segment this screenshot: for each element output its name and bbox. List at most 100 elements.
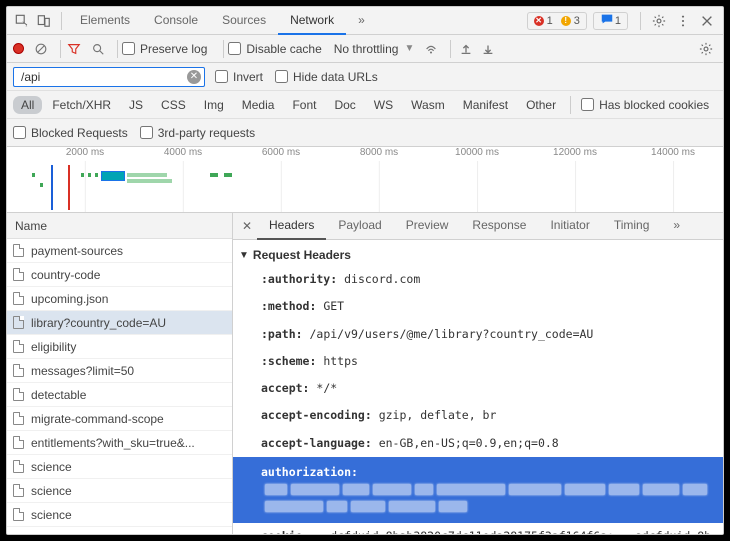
type-filter-doc[interactable]: Doc (326, 96, 363, 114)
export-har-icon[interactable] (481, 42, 495, 56)
request-name: upcoming.json (31, 292, 108, 306)
kebab-menu-icon[interactable] (675, 13, 691, 29)
header-name: :method: (261, 299, 323, 313)
main-tab-console[interactable]: Console (142, 7, 210, 35)
settings-icon[interactable] (651, 13, 667, 29)
timeline-tick: 8000 ms (360, 147, 398, 158)
main-tab-elements[interactable]: Elements (68, 7, 142, 35)
type-filter-js[interactable]: JS (121, 96, 151, 114)
header-value: */* (316, 381, 337, 395)
timeline-overview[interactable]: 2000 ms4000 ms6000 ms8000 ms10000 ms1200… (7, 147, 723, 213)
close-details-icon[interactable]: ✕ (237, 219, 257, 233)
request-row[interactable]: upcoming.json (7, 287, 232, 311)
document-icon (13, 364, 24, 377)
requests-table: Name payment-sources country-code upcoming… (7, 213, 233, 534)
url-filter-input[interactable]: ✕ (13, 67, 205, 87)
issue-badges[interactable]: ✕1 !3 (527, 12, 587, 30)
clear-filter-icon[interactable]: ✕ (187, 70, 201, 84)
clear-icon[interactable] (32, 40, 50, 58)
timeline-tick: 2000 ms (66, 147, 104, 158)
type-filter-fetch-xhr[interactable]: Fetch/XHR (44, 96, 119, 114)
type-filter-media[interactable]: Media (234, 96, 283, 114)
record-button[interactable] (13, 43, 24, 54)
overflow-detail-tabs[interactable]: » (661, 213, 692, 240)
warning-badge[interactable]: !3 (557, 15, 584, 27)
header-name: authorization: (261, 465, 358, 479)
request-row[interactable]: science (7, 479, 232, 503)
request-name: messages?limit=50 (31, 364, 134, 378)
hide-data-urls-checkbox[interactable]: Hide data URLs (275, 70, 378, 84)
request-name: detectable (31, 388, 86, 402)
filter-icon[interactable] (65, 40, 83, 58)
type-filter-all[interactable]: All (13, 96, 42, 114)
header-row[interactable]: :authority: discord.com (233, 266, 723, 293)
type-filter-font[interactable]: Font (284, 96, 324, 114)
overflow-tabs[interactable]: » (346, 7, 377, 35)
header-row[interactable]: cookie: __dcfduid=8bab3820c7dc11eda28175… (233, 523, 723, 535)
header-row[interactable]: accept-language: en-GB,en-US;q=0.9,en;q=… (233, 430, 723, 457)
detail-tab-initiator[interactable]: Initiator (538, 213, 601, 240)
type-filter-img[interactable]: Img (196, 96, 232, 114)
request-row[interactable]: detectable (7, 383, 232, 407)
import-har-icon[interactable] (459, 42, 473, 56)
timeline-tick: 6000 ms (262, 147, 300, 158)
request-name: science (31, 508, 72, 522)
inspect-icon[interactable] (11, 10, 33, 32)
header-row[interactable]: :path: /api/v9/users/@me/library?country… (233, 321, 723, 348)
divider (61, 12, 62, 30)
type-filter-css[interactable]: CSS (153, 96, 194, 114)
request-row[interactable]: country-code (7, 263, 232, 287)
request-name: country-code (31, 268, 100, 282)
third-party-checkbox[interactable]: 3rd-party requests (140, 126, 255, 140)
name-column-header[interactable]: Name (7, 213, 232, 239)
close-icon[interactable] (699, 13, 715, 29)
header-row[interactable]: :method: GET (233, 293, 723, 320)
request-row[interactable]: library?country_code=AU (7, 311, 232, 335)
request-row[interactable]: science (7, 455, 232, 479)
network-conditions-icon[interactable] (422, 40, 440, 58)
header-row[interactable]: accept: */* (233, 375, 723, 402)
throttling-select[interactable]: No throttling▼ (334, 42, 415, 56)
divider (640, 12, 641, 30)
message-badge[interactable]: 1 (593, 12, 628, 30)
request-row[interactable]: payment-sources (7, 239, 232, 263)
error-count: 1 (547, 15, 553, 27)
header-row[interactable]: :scheme: https (233, 348, 723, 375)
detail-tab-timing[interactable]: Timing (602, 213, 662, 240)
request-name: payment-sources (31, 244, 123, 258)
type-filter-manifest[interactable]: Manifest (455, 96, 516, 114)
invert-filter-checkbox[interactable]: Invert (215, 70, 263, 84)
message-icon (600, 12, 612, 29)
request-headers-section[interactable]: ▼ Request Headers (233, 244, 723, 266)
detail-tab-payload[interactable]: Payload (326, 213, 393, 240)
load-line (68, 165, 70, 210)
request-name: science (31, 484, 72, 498)
type-filter-other[interactable]: Other (518, 96, 564, 114)
main-tab-network[interactable]: Network (278, 7, 346, 35)
network-settings-icon[interactable] (697, 40, 715, 58)
request-row[interactable]: eligibility (7, 335, 232, 359)
blocked-requests-checkbox[interactable]: Blocked Requests (13, 126, 128, 140)
main-tab-sources[interactable]: Sources (210, 7, 278, 35)
header-row[interactable]: authorization: (233, 457, 723, 523)
header-row[interactable]: accept-encoding: gzip, deflate, br (233, 402, 723, 429)
type-filter-ws[interactable]: WS (366, 96, 401, 114)
detail-tab-headers[interactable]: Headers (257, 213, 326, 240)
search-icon[interactable] (89, 40, 107, 58)
request-row[interactable]: migrate-command-scope (7, 407, 232, 431)
request-row[interactable]: entitlements?with_sku=true&... (7, 431, 232, 455)
main-content: Name payment-sources country-code upcoming… (7, 213, 723, 534)
detail-tab-preview[interactable]: Preview (394, 213, 461, 240)
type-filter-wasm[interactable]: Wasm (403, 96, 453, 114)
domcontentloaded-line (51, 165, 53, 210)
network-toolbar: Preserve log Disable cache No throttling… (7, 35, 723, 63)
device-toggle-icon[interactable] (33, 10, 55, 32)
detail-tab-response[interactable]: Response (460, 213, 538, 240)
request-row[interactable]: messages?limit=50 (7, 359, 232, 383)
header-name: accept-encoding: (261, 408, 379, 422)
disable-cache-checkbox[interactable]: Disable cache (228, 42, 321, 56)
error-badge[interactable]: ✕1 (530, 15, 557, 27)
request-row[interactable]: science (7, 503, 232, 527)
preserve-log-checkbox[interactable]: Preserve log (122, 42, 207, 56)
blocked-cookies-checkbox[interactable]: Has blocked cookies (581, 98, 709, 112)
